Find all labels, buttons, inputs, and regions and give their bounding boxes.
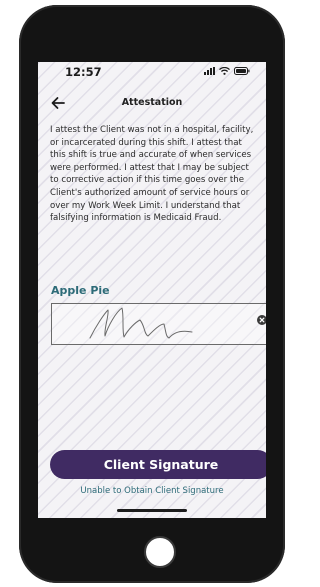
close-circle-icon[interactable] (257, 310, 266, 325)
app-screen: 12:57 Attestation I attest the Client wa… (38, 62, 266, 518)
page-title: Attestation (121, 97, 183, 108)
status-icons (204, 67, 250, 75)
home-indicator (117, 509, 187, 512)
battery-icon (234, 67, 250, 75)
home-button[interactable] (144, 536, 176, 568)
status-time: 12:57 (65, 65, 102, 79)
signal-icon (204, 67, 215, 75)
wifi-icon (219, 67, 230, 75)
client-name: Apple Pie (51, 284, 110, 297)
attestation-text: I attest the Client was not in a hospita… (50, 125, 254, 224)
status-bar: 12:57 (38, 62, 266, 84)
client-signature-button[interactable]: Client Signature (50, 450, 266, 479)
signature-pad[interactable] (51, 303, 266, 345)
nav-bar: Attestation (38, 92, 266, 114)
unable-to-obtain-signature-link[interactable]: Unable to Obtain Client Signature (38, 486, 266, 496)
signature-stroke (89, 307, 193, 339)
